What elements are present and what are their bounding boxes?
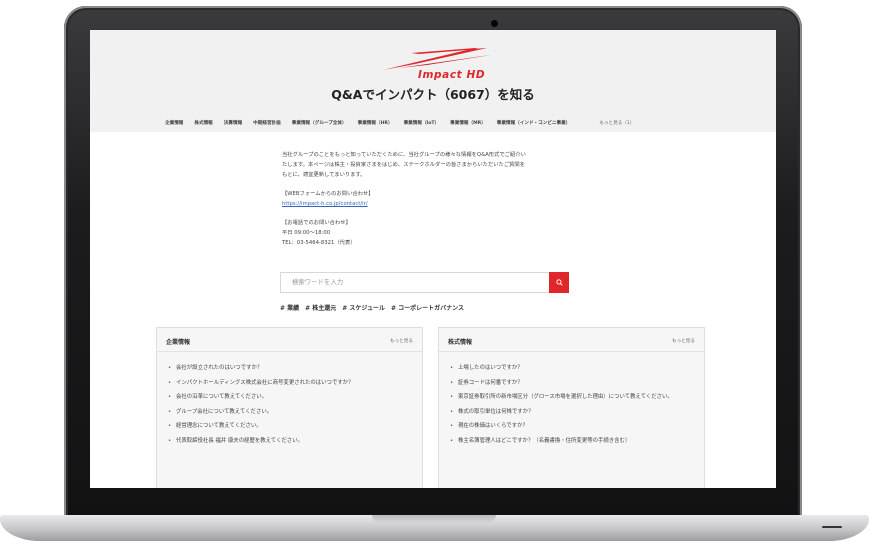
intro-section: 当社グループのことをもっと知っていただくために、当社グループの様々な情報をQ&A…	[282, 150, 582, 248]
card-more-link[interactable]: もっと見る	[672, 338, 695, 344]
nav-item-company[interactable]: 企業情報	[165, 120, 183, 126]
faq-item[interactable]: 経営理念について教えてください。	[168, 422, 413, 430]
search-input[interactable]: 検索ワードを入力	[280, 272, 549, 293]
phone-number: TEL：03-5464-8321（代表）	[282, 240, 356, 246]
faq-item[interactable]: 株式の取引単位は何株ですか？	[450, 408, 695, 416]
tag-results[interactable]: # 業績	[280, 303, 299, 312]
tag-list: # 業績 # 株主還元 # スケジュール # コーポレートガバナンス	[280, 303, 470, 312]
site-header: Impact HD Q&Aでインパクト（6067）を知る 企業情報 株式情報 決…	[90, 30, 776, 132]
card-more-link[interactable]: もっと見る	[390, 338, 413, 344]
faq-card-company: 企業情報 もっと見る 会社が設立されたのはいつですか？ インパクトホールディング…	[156, 327, 423, 488]
screen: Impact HD Q&Aでインパクト（6067）を知る 企業情報 株式情報 決…	[90, 30, 776, 488]
nav-more-link[interactable]: もっと見る（1）	[599, 120, 634, 126]
main-nav: 企業情報 株式情報 決算情報 中期経営計画 事業情報（グループ全体） 事業情報（…	[165, 120, 645, 126]
faq-item[interactable]: 東京証券取引所の新市場区分（グロース市場を選択した理由）について教えてください。	[450, 393, 695, 401]
tag-governance[interactable]: # コーポレートガバナンス	[391, 303, 464, 312]
web-contact-link[interactable]: https://impact-h.co.jp/contact/ir/	[282, 201, 368, 207]
phone-contact-heading: 【お電話でのお問い合わせ】	[282, 220, 351, 226]
faq-item[interactable]: 会社の沿革について教えてください。	[168, 393, 413, 401]
nav-item-business-india[interactable]: 事業情報（インド・コンビニ事業）	[497, 120, 571, 126]
faq-item[interactable]: 株主名簿管理人はどこですか？（名義書換・住所変更等の手続き含む）	[450, 437, 695, 445]
nav-item-business-group[interactable]: 事業情報（グループ全体）	[292, 120, 347, 126]
nav-item-midterm-plan[interactable]: 中期経営計画	[253, 120, 281, 126]
intro-text: 当社グループのことをもっと知っていただくために、当社グループの様々な情報をQ&A…	[282, 152, 526, 158]
camera-icon	[491, 20, 498, 27]
web-contact-heading: 【WEBフォームからのお問い合わせ】	[282, 191, 374, 197]
intro-text: もとに、適宜更新してまいります。	[282, 172, 366, 178]
page-title: Q&Aでインパクト（6067）を知る	[331, 87, 535, 102]
faq-list: 会社が設立されたのはいつですか？ インパクトホールディングス株式会社に商号変更さ…	[157, 352, 422, 445]
card-header: 株式情報 もっと見る	[439, 328, 704, 352]
faq-item[interactable]: グループ会社について教えてください。	[168, 408, 413, 416]
faq-item[interactable]: インパクトホールディングス株式会社に商号変更されたのはいつですか？	[168, 379, 413, 387]
brand-name: Impact HD	[418, 69, 486, 81]
business-hours: 平日 09:00～18:00	[282, 230, 331, 236]
card-title: 株式情報	[448, 339, 473, 346]
faq-list: 上場したのはいつですか？ 証券コードは何番ですか？ 東京証券取引所の新市場区分（…	[439, 352, 704, 445]
card-title: 企業情報	[166, 339, 191, 346]
status-light	[822, 526, 842, 528]
nav-item-business-iot[interactable]: 事業情報（IoT）	[404, 120, 440, 126]
nav-item-results[interactable]: 決算情報	[224, 120, 242, 126]
tag-schedule[interactable]: # スケジュール	[342, 303, 385, 312]
nav-item-stock[interactable]: 株式情報	[194, 120, 212, 126]
tag-shareholder-return[interactable]: # 株主還元	[305, 303, 336, 312]
faq-card-stock: 株式情報 もっと見る 上場したのはいつですか？ 証券コードは何番ですか？ 東京証…	[438, 327, 705, 488]
base-notch	[372, 515, 496, 523]
intro-text: たします。本ページは株主・投資家さまをはじめ、ステークホルダーの皆さまからいただ…	[282, 162, 526, 168]
card-header: 企業情報 もっと見る	[157, 328, 422, 352]
search-icon	[555, 279, 563, 286]
faq-item[interactable]: 証券コードは何番ですか？	[450, 379, 695, 387]
search-bar: 検索ワードを入力	[280, 272, 569, 293]
nav-item-business-mr[interactable]: 事業情報（MR）	[450, 120, 486, 126]
laptop-base	[0, 515, 869, 541]
search-button[interactable]	[549, 272, 569, 293]
faq-item[interactable]: 現在の株価はいくらですか？	[450, 422, 695, 430]
faq-item[interactable]: 会社が設立されたのはいつですか？	[168, 364, 413, 372]
nav-item-business-hr[interactable]: 事業情報（HR）	[358, 120, 393, 126]
faq-item[interactable]: 上場したのはいつですか？	[450, 364, 695, 372]
faq-item[interactable]: 代表取締役社長 福井 康夫の経歴を教えてください。	[168, 437, 413, 445]
